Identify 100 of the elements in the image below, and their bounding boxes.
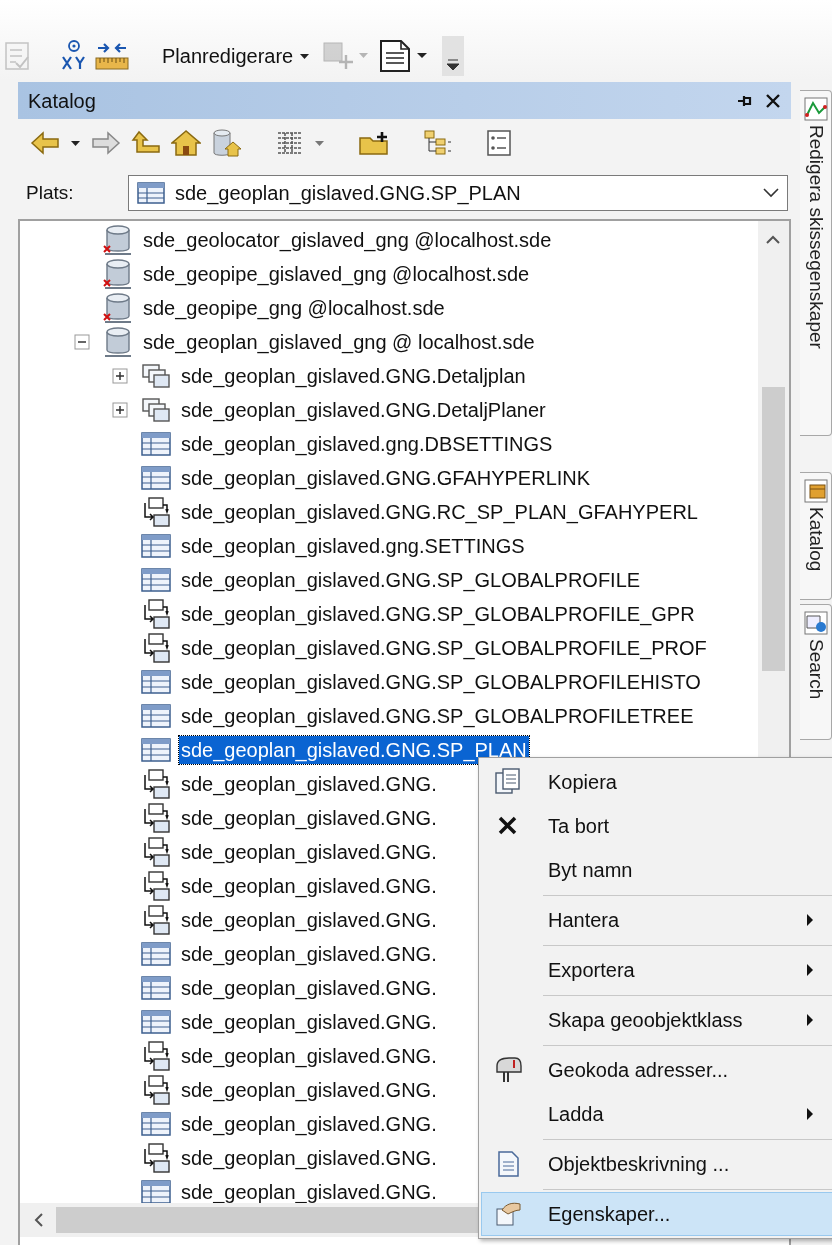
tree-item[interactable]: sde_geoplan_gislaved.GNG.	[179, 940, 439, 968]
table-icon	[141, 568, 171, 592]
tree-item[interactable]: sde_geopipe_gislaved_gng @localhost.sde	[141, 260, 532, 288]
mailbox-icon	[494, 1056, 522, 1084]
relationship-icon	[141, 1075, 171, 1105]
tree-item[interactable]: sde_geoplan_gislaved.GNG.RC_SP_PLAN_GFAHYPERL	[179, 498, 700, 526]
forward-arrow-icon[interactable]	[91, 131, 121, 155]
table-icon	[141, 1010, 171, 1034]
home-icon[interactable]	[171, 129, 201, 157]
hand-card-icon	[494, 1200, 522, 1228]
table-icon	[141, 670, 171, 694]
globe-window-icon	[803, 611, 828, 635]
tree-item[interactable]: sde_geoplan_gislaved.GNG.	[179, 872, 439, 900]
tree-item[interactable]: sde_geoplan_gislaved_gng @ localhost.sde	[141, 328, 537, 356]
table-icon	[141, 432, 171, 456]
box-icon	[803, 479, 828, 503]
side-tab[interactable]: Katalog	[800, 472, 832, 600]
database-home-icon[interactable]	[211, 128, 243, 158]
tree-item[interactable]: sde_geoplan_gislaved.GNG.	[179, 1144, 439, 1172]
tree-item[interactable]: sde_geoplan_gislaved.GNG.	[179, 1042, 439, 1070]
menu-item[interactable]: Exportera	[481, 948, 832, 992]
copy-icon	[494, 768, 522, 796]
tree-item[interactable]: sde_geolocator_gislaved_gng @localhost.sde	[141, 226, 554, 254]
tree-item[interactable]: sde_geoplan_gislaved.gng.SETTINGS	[179, 532, 527, 560]
expand-icon[interactable]	[112, 402, 128, 418]
tree-item[interactable]: sde_geoplan_gislaved.GNG.	[179, 838, 439, 866]
tree-item[interactable]: sde_geoplan_gislaved.GNG.	[179, 804, 439, 832]
ruler-icon[interactable]	[95, 41, 129, 71]
database-error-icon	[103, 224, 133, 256]
expand-icon[interactable]	[112, 368, 128, 384]
dataset-icon	[141, 397, 171, 423]
relationship-icon	[141, 837, 171, 867]
back-arrow-icon[interactable]	[30, 131, 60, 155]
tree-item[interactable]: sde_geoplan_gislaved.GNG.	[179, 1110, 439, 1138]
dataset-icon	[141, 363, 171, 389]
details-list-icon[interactable]	[486, 129, 512, 157]
tree-item[interactable]: sde_geoplan_gislaved.GNG.	[179, 1178, 439, 1203]
table-icon	[141, 1180, 171, 1203]
table-icon	[141, 704, 171, 728]
menu-item[interactable]: Skapa geoobjektklass	[481, 998, 832, 1042]
location-value: sde_geoplan_gislaved.GNG.SP_PLAN	[175, 181, 522, 207]
tree-view-icon[interactable]	[423, 129, 453, 157]
panel-title: Katalog	[28, 88, 97, 114]
close-icon[interactable]	[765, 92, 781, 109]
scroll-left-icon[interactable]	[34, 1213, 43, 1227]
tree-item[interactable]: sde_geoplan_gislaved.GNG.DetaljPlaner	[179, 396, 548, 424]
database-error-icon	[103, 292, 133, 324]
menu-item[interactable]: Hantera	[481, 898, 832, 942]
tree-item[interactable]: sde_geoplan_gislaved.GNG.SP_GLOBALPROFILE_GPR	[179, 600, 697, 628]
tree-item[interactable]: sde_geoplan_gislaved.GNG.Detaljplan	[179, 362, 528, 390]
tree-item[interactable]: sde_geoplan_gislaved.gng.DBSETTINGS	[179, 430, 555, 458]
tree-item[interactable]: sde_geoplan_gislaved.GNG.SP_GLOBALPROFILE_PROF	[179, 634, 709, 662]
relationship-icon	[141, 769, 171, 799]
tree-item[interactable]: sde_geoplan_gislaved.GNG.GFAHYPERLINK	[179, 464, 593, 492]
menu-item[interactable]: Geokoda adresser...	[481, 1048, 832, 1092]
relationship-icon	[141, 803, 171, 833]
menu-item[interactable]: Ladda	[481, 1092, 832, 1136]
tree-item[interactable]: sde_geopipe_gng @localhost.sde	[141, 294, 447, 322]
tree-item[interactable]: sde_geoplan_gislaved.GNG.SP_PLAN	[179, 736, 529, 764]
chart-icon	[803, 97, 828, 121]
scroll-up-icon[interactable]	[766, 235, 780, 244]
table-icon	[141, 466, 171, 490]
chevron-down-icon[interactable]	[763, 188, 779, 198]
relationship-icon	[141, 1041, 171, 1071]
tree-item[interactable]: sde_geoplan_gislaved.GNG.SP_GLOBALPROFILETREE	[179, 702, 696, 730]
tree-item[interactable]: sde_geoplan_gislaved.GNG.	[179, 974, 439, 1002]
table-icon	[141, 738, 171, 762]
editor-menu-button[interactable]: Planredigerare	[158, 41, 315, 71]
location-label: Plats:	[26, 180, 75, 205]
tree-item[interactable]: sde_geoplan_gislaved.GNG.	[179, 1008, 439, 1036]
relationship-icon	[141, 1143, 171, 1173]
grid-view-icon[interactable]	[276, 130, 304, 156]
table-icon	[141, 534, 171, 558]
location-combobox[interactable]: sde_geoplan_gislaved.GNG.SP_PLAN	[128, 175, 788, 211]
relationship-icon	[141, 633, 171, 663]
relationship-icon	[141, 905, 171, 935]
scrollbar-thumb[interactable]	[762, 387, 785, 671]
menu-item[interactable]: Byt namn	[481, 848, 832, 892]
relationship-icon	[141, 497, 171, 527]
menu-item[interactable]: Egenskaper...	[481, 1192, 832, 1236]
new-folder-icon[interactable]	[358, 130, 390, 156]
table-icon	[141, 976, 171, 1000]
tree-item[interactable]: sde_geoplan_gislaved.GNG.SP_GLOBALPROFILE	[179, 566, 643, 594]
caret-down-icon	[299, 52, 311, 60]
tree-item[interactable]: sde_geoplan_gislaved.GNG.	[179, 1076, 439, 1104]
side-tab[interactable]: Search	[800, 604, 832, 740]
relationship-icon	[141, 871, 171, 901]
relationship-icon	[141, 599, 171, 629]
tree-item[interactable]: sde_geoplan_gislaved.GNG.	[179, 906, 439, 934]
collapse-icon[interactable]	[74, 334, 90, 350]
caret-down-icon[interactable]	[70, 139, 81, 147]
side-tab[interactable]: Redigera skissegenskaper	[800, 90, 832, 436]
tree-item[interactable]: sde_geoplan_gislaved.GNG.	[179, 770, 439, 798]
menu-item[interactable]: Ta bort	[481, 804, 832, 848]
menu-item[interactable]: Objektbeskrivning ...	[481, 1142, 832, 1186]
database-icon	[103, 326, 133, 358]
up-folder-icon[interactable]	[131, 130, 161, 156]
tree-item[interactable]: sde_geoplan_gislaved.GNG.SP_GLOBALPROFILEHISTO	[179, 668, 703, 696]
database-error-icon	[103, 258, 133, 290]
toolbar-overflow-icon[interactable]	[442, 36, 465, 76]
